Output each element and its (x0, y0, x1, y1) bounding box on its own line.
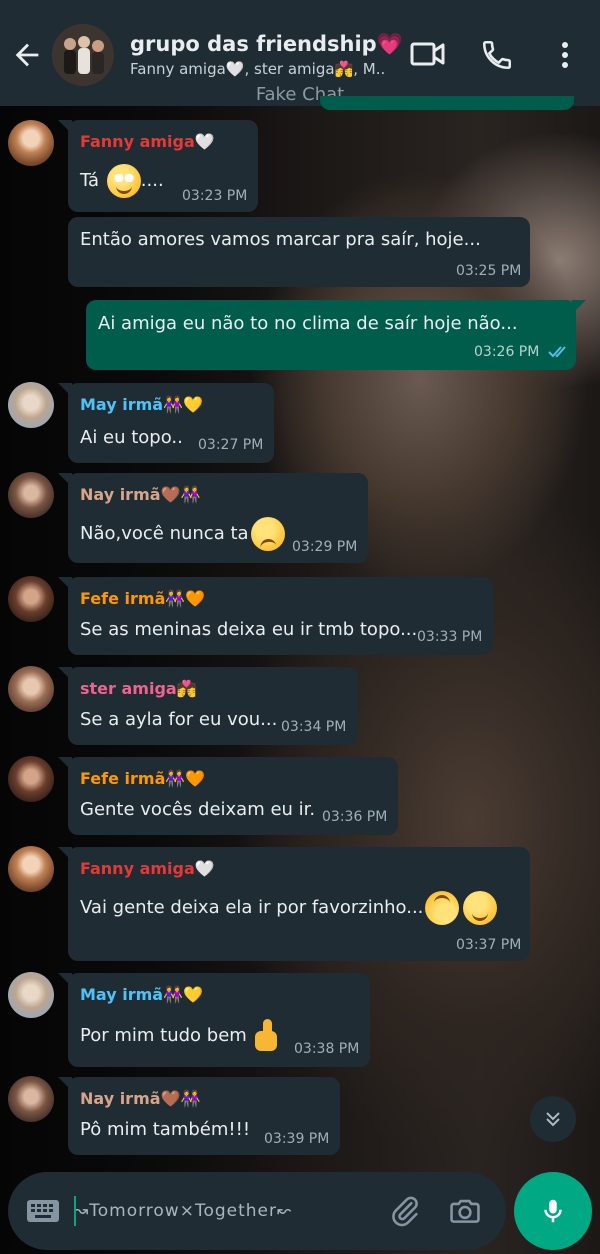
avatar[interactable] (8, 576, 54, 622)
message-bubble[interactable]: Nay irmã🤎👭 Não,você nunca ta 03:29 PM (58, 473, 368, 563)
group-photo-icon (52, 24, 114, 86)
message-time: 03:38 PM (294, 1041, 360, 1057)
sender-name: Fefe irmã👭🧡 (80, 589, 206, 608)
sender-name: Fefe irmã👭🧡 (80, 769, 206, 788)
keyboard-icon (27, 1200, 59, 1222)
message-text: Pô mim também!!! (80, 1119, 251, 1140)
sender-name: May irmã👭💛 (80, 395, 203, 414)
double-check-read-icon (548, 346, 566, 358)
phone-icon (482, 40, 512, 70)
message-text: Se as meninas deixa eu ir tmb topo... (80, 619, 418, 640)
message-time: 03:34 PM (281, 719, 347, 735)
message-bubble[interactable]: Fefe irmã👭🧡 Gente vocês deixam eu ir. 03… (58, 757, 398, 835)
message-time: 03:29 PM (292, 539, 358, 555)
message-bubble[interactable]: ster amiga💏 Se a ayla for eu vou... 03:3… (58, 667, 358, 745)
message-bubble[interactable]: May irmã👭💛 Por mim tudo bem 03:38 PM (58, 973, 370, 1067)
avatar[interactable] (8, 1076, 54, 1122)
sender-name: ster amiga💏 (80, 679, 197, 698)
message-text: Não,você nunca ta (80, 517, 285, 551)
chat-header: grupo das friendship💗 Fanny amiga🤍, ster… (0, 0, 600, 106)
sender-name: May irmã👭💛 (80, 985, 203, 1004)
camera-button[interactable] (448, 1194, 482, 1228)
scroll-to-bottom-button[interactable] (530, 1096, 576, 1142)
upside-down-face-emoji-icon (425, 891, 460, 925)
message-input[interactable] (74, 1194, 374, 1228)
avatar[interactable] (8, 666, 54, 712)
avatar[interactable] (8, 756, 54, 802)
message-time: 03:25 PM (456, 263, 522, 279)
video-camera-icon (410, 42, 445, 66)
message-text: Gente vocês deixam eu ir. (80, 799, 316, 820)
avatar[interactable] (8, 120, 54, 166)
rolling-eyes-emoji-icon (106, 164, 141, 198)
keyboard-button[interactable] (26, 1199, 60, 1223)
message-text: Ai amiga eu não to no clima de saír hoje… (98, 313, 518, 334)
message-bubble[interactable]: May irmã👭💛 Ai eu topo.. 03:27 PM (58, 383, 274, 463)
paperclip-icon (392, 1196, 418, 1227)
double-chevron-down-icon (546, 1112, 560, 1127)
avatar[interactable] (8, 382, 54, 428)
thumbs-up-emoji-icon (249, 1019, 283, 1053)
attach-button[interactable] (388, 1194, 422, 1228)
message-text: Tá .... (80, 164, 164, 198)
message-time: 03:39 PM (264, 1131, 330, 1147)
message-bubble[interactable]: Fanny amiga🤍 Tá .... 03:23 PM (58, 120, 258, 212)
video-call-button[interactable] (410, 38, 446, 70)
sender-name: Fanny amiga🤍 (80, 859, 215, 878)
smiling-face-emoji-icon (463, 891, 498, 925)
confused-face-emoji-icon (250, 517, 285, 551)
message-text: Ai eu topo.. (80, 427, 183, 448)
sender-name: Fanny amiga🤍 (80, 132, 215, 151)
group-name[interactable]: grupo das friendship💗 (130, 32, 403, 57)
message-text: Por mim tudo bem (80, 1019, 283, 1053)
arrow-left-icon (15, 43, 39, 67)
group-avatar[interactable] (52, 24, 114, 86)
voice-message-button[interactable] (514, 1172, 592, 1250)
camera-icon (450, 1199, 480, 1223)
message-bubble[interactable]: Fanny amiga🤍 Vai gente deixa ela ir por … (58, 847, 530, 961)
sender-name: Nay irmã🤎👭 (80, 485, 201, 504)
message-time: 03:37 PM (456, 937, 522, 953)
message-text: Então amores vamos marcar pra saír, hoje… (80, 229, 481, 250)
message-time: 03:27 PM (198, 437, 264, 453)
group-members[interactable]: Fanny amiga🤍, ster amiga💏, M.. (130, 60, 385, 78)
message-text: Se a ayla for eu vou... (80, 709, 278, 730)
message-bubble[interactable]: Então amores vamos marcar pra saír, hoje… (68, 217, 530, 287)
more-vertical-icon (562, 42, 568, 68)
message-time: 03:36 PM (322, 809, 388, 825)
message-text: Vai gente deixa ela ir por favorzinho... (80, 891, 498, 925)
outgoing-message-bubble[interactable]: Ai amiga eu não to no clima de saír hoje… (86, 300, 586, 370)
message-composer (8, 1172, 506, 1250)
avatar[interactable] (8, 472, 54, 518)
message-bubble[interactable]: Nay irmã🤎👭 Pô mim também!!! 03:39 PM (58, 1077, 340, 1155)
sender-name: Nay irmã🤎👭 (80, 1089, 201, 1108)
voice-call-button[interactable] (480, 38, 514, 72)
message-bubble[interactable]: Fefe irmã👭🧡 Se as meninas deixa eu ir tm… (58, 577, 493, 655)
microphone-icon (544, 1199, 562, 1223)
partial-outgoing-bubble (320, 96, 574, 110)
avatar[interactable] (8, 846, 54, 892)
avatar[interactable] (8, 972, 54, 1018)
more-options-button[interactable] (556, 38, 574, 72)
message-time: 03:33 PM (417, 629, 483, 645)
message-time: 03:23 PM (182, 188, 248, 204)
text-caret (74, 1196, 76, 1226)
back-button[interactable] (10, 38, 44, 72)
message-time: 03:26 PM (474, 344, 572, 360)
